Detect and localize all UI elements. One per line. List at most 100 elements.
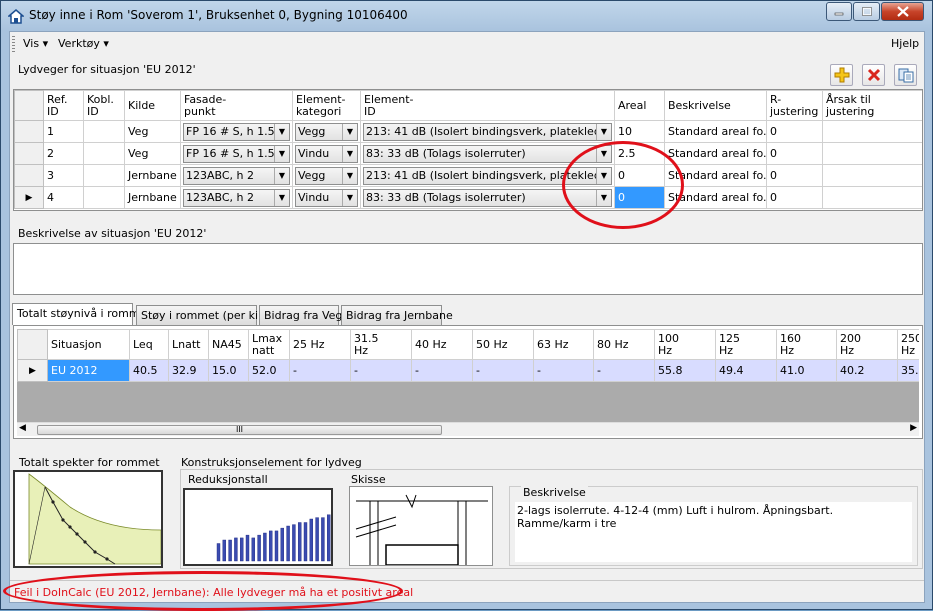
table-row[interactable]: 3 Jernbane 123ABC, h 2 ▼ Vegg ▼ 213: 41 dB… [14,164,922,187]
cell-kobl[interactable] [83,142,125,165]
col-header-160hz[interactable]: 160 Hz [776,329,837,360]
chevron-down-icon[interactable]: ▼ [274,189,289,206]
maximize-button[interactable] [853,2,880,21]
tab-bidrag-veg[interactable]: Bidrag fra Veg [259,305,342,325]
cell-kobl[interactable] [83,164,125,187]
cell-kilde[interactable]: Veg [124,120,181,143]
cell-beskrivelse[interactable]: Standard areal fo... [664,142,767,165]
col-header-50hz[interactable]: 50 Hz [472,329,534,360]
col-header-na45[interactable]: NA45 [208,329,249,360]
cell-63hz[interactable]: - [533,359,594,382]
scroll-left-icon[interactable]: ◀ [19,423,26,433]
col-header-40hz[interactable]: 40 Hz [411,329,473,360]
col-header-lmax[interactable]: Lmax natt [248,329,290,360]
fasade-combo[interactable]: FP 16 # S, h 1.5 ▼ [180,120,293,143]
chevron-down-icon[interactable]: ▼ [342,167,357,184]
table-row[interactable]: 2 Veg FP 16 # S, h 1.5 ▼ Vindu ▼ 83: 33 dB… [14,142,922,165]
col-header-areal[interactable]: Areal [614,90,665,121]
chevron-down-icon[interactable]: ▼ [342,189,357,206]
beskrivelse-textbox[interactable]: 2-lags isolerrute. 4-12-4 (mm) Luft i hu… [515,502,912,562]
fasade-combo[interactable]: 123ABC, h 2 ▼ [180,164,293,187]
table-row[interactable]: ▶ EU 2012 40.5 32.9 15.0 52.0 - - - - - … [17,359,919,382]
cell-situasjon[interactable]: EU 2012 [47,359,130,382]
cell-arsak[interactable] [822,186,922,209]
cell-leq[interactable]: 40.5 [129,359,169,382]
description-textarea[interactable] [13,243,923,295]
cell-160hz[interactable]: 41.0 [776,359,837,382]
tab-per-kilde[interactable]: Støy i rommet (per kilde) [136,305,279,325]
kategori-combo[interactable]: Vegg ▼ [292,164,361,187]
col-header-25hz[interactable]: 25 Hz [289,329,351,360]
close-window-button[interactable] [881,2,924,21]
minimize-button[interactable] [826,2,852,21]
kategori-combo[interactable]: Vindu ▼ [292,142,361,165]
col-header-100hz[interactable]: 100 Hz [654,329,716,360]
col-header-200hz[interactable]: 200 Hz [836,329,898,360]
cell-100hz[interactable]: 55.8 [654,359,716,382]
kategori-combo[interactable]: Vindu ▼ [292,186,361,209]
scroll-thumb[interactable]: III [37,425,442,435]
kategori-combo[interactable]: Vegg ▼ [292,120,361,143]
tab-bidrag-jernbane[interactable]: Bidrag fra Jernbane [341,305,453,325]
row-selector-current[interactable]: ▶ [14,186,44,209]
table-row[interactable]: 1 Veg FP 16 # S, h 1.5 ▼ Vegg ▼ 213: 41 dB… [14,120,922,143]
cell-arsak[interactable] [822,142,922,165]
cell-80hz[interactable]: - [593,359,655,382]
tab-totalt[interactable]: Totalt støynivå i rommet [12,303,151,325]
cell-31hz[interactable]: - [350,359,412,382]
col-header-kobl[interactable]: Kobl. ID [83,90,125,121]
cell-arsak[interactable] [822,120,922,143]
chevron-down-icon[interactable]: ▼ [342,123,357,140]
cell-ref[interactable]: 4 [43,186,84,209]
cell-kobl[interactable] [83,186,125,209]
cell-arsak[interactable] [822,164,922,187]
cell-kilde[interactable]: Jernbane [124,164,181,187]
cell-kilde[interactable]: Veg [124,142,181,165]
element-combo[interactable]: 213: 41 dB (Isolert bindingsverk, platek… [360,120,615,143]
menu-vis[interactable]: Vis ▾ [23,37,48,50]
fasade-combo[interactable]: 123ABC, h 2 ▼ [180,186,293,209]
cell-rjust[interactable]: 0 [766,186,823,209]
col-header-80hz[interactable]: 80 Hz [593,329,655,360]
cell-ref[interactable]: 2 [43,142,84,165]
cell-rjust[interactable]: 0 [766,164,823,187]
menu-verktoy[interactable]: Verktøy ▾ [58,37,109,50]
cell-40hz[interactable]: - [411,359,473,382]
col-header-rjust[interactable]: R- justering [766,90,823,121]
cell-ref[interactable]: 3 [43,164,84,187]
chevron-down-icon[interactable]: ▼ [596,123,611,140]
col-header-kategori[interactable]: Element- kategori [292,90,361,121]
row-selector-current[interactable]: ▶ [17,359,48,382]
col-header-beskrivelse[interactable]: Beskrivelse [664,90,767,121]
col-header-kilde[interactable]: Kilde [124,90,181,121]
row-selector[interactable] [14,142,44,165]
cell-kilde[interactable]: Jernbane [124,186,181,209]
horizontal-scrollbar[interactable]: ◀ III ▶ [17,422,919,436]
chevron-down-icon[interactable]: ▼ [274,167,289,184]
cell-areal[interactable]: 10 [614,120,665,143]
cell-beskrivelse[interactable]: Standard areal fo... [664,120,767,143]
cell-lmax[interactable]: 52.0 [248,359,290,382]
col-header-250hz[interactable]: 250 Hz [897,329,919,360]
cell-rjust[interactable]: 0 [766,142,823,165]
row-selector[interactable] [14,164,44,187]
chevron-down-icon[interactable]: ▼ [274,145,289,162]
cell-250hz[interactable]: 35.2 [897,359,919,382]
chevron-down-icon[interactable]: ▼ [342,145,357,162]
cell-200hz[interactable]: 40.2 [836,359,898,382]
col-header-situasjon[interactable]: Situasjon [47,329,130,360]
copy-button[interactable] [894,64,917,86]
col-header-125hz[interactable]: 125 Hz [715,329,777,360]
cell-125hz[interactable]: 49.4 [715,359,777,382]
cell-na45[interactable]: 15.0 [208,359,249,382]
delete-button[interactable] [862,64,885,86]
chevron-down-icon[interactable]: ▼ [274,123,289,140]
menu-hjelp[interactable]: Hjelp [891,37,919,50]
col-header-63hz[interactable]: 63 Hz [533,329,594,360]
col-header-element[interactable]: Element- ID [360,90,615,121]
table-row[interactable]: ▶ 4 Jernbane 123ABC, h 2 ▼ Vindu ▼ 83: 33 … [14,186,922,209]
fasade-combo[interactable]: FP 16 # S, h 1.5 ▼ [180,142,293,165]
cell-rjust[interactable]: 0 [766,120,823,143]
col-header-arsak[interactable]: Årsak til justering [822,90,922,121]
col-header-lnatt[interactable]: Lnatt [168,329,209,360]
